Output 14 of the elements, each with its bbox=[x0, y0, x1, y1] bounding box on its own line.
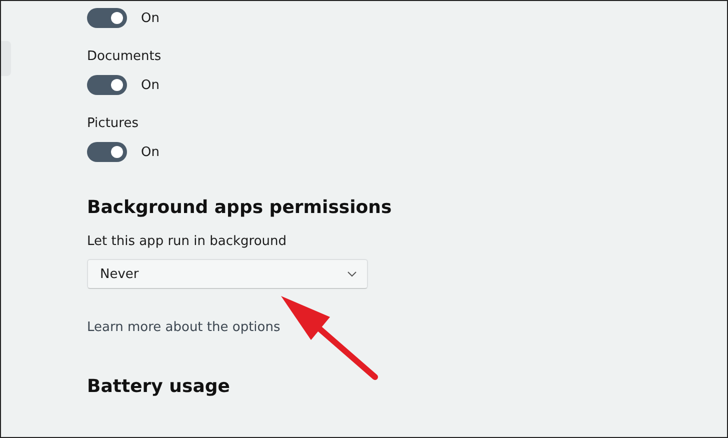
toggle-state: On bbox=[141, 10, 160, 26]
section-heading: Background apps permissions bbox=[87, 197, 392, 218]
chevron-icon bbox=[347, 271, 357, 277]
dropdown[interactable]: Never bbox=[87, 259, 368, 289]
toggle-switch[interactable] bbox=[87, 75, 127, 95]
field-label: Let this app run in background bbox=[87, 234, 287, 250]
learn-more-link[interactable]: Learn more about the options bbox=[87, 320, 280, 335]
toggle-switch[interactable] bbox=[87, 142, 127, 162]
toggle-switch[interactable] bbox=[87, 8, 127, 28]
toggle-label: Pictures bbox=[87, 116, 138, 132]
section-heading: Battery usage bbox=[87, 376, 230, 397]
toggle-state: On bbox=[141, 78, 160, 92]
toggle-label: Documents bbox=[87, 49, 162, 65]
toggle-state: On bbox=[141, 144, 160, 160]
